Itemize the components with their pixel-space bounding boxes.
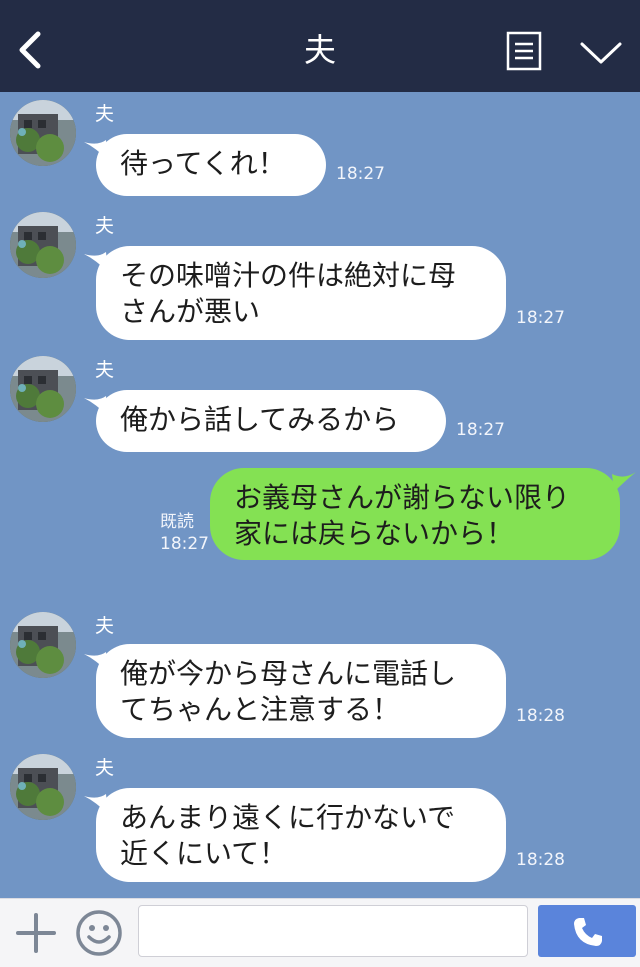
avatar[interactable] xyxy=(10,356,76,422)
message-time: 18:27 xyxy=(336,164,385,184)
message-time: 18:27 xyxy=(160,534,209,554)
message-bubble[interactable]: お義母さんが謝らない限り 家には戻らないから！ xyxy=(210,468,620,560)
sender-name: 夫 xyxy=(95,215,115,237)
smiley-icon[interactable] xyxy=(74,908,124,958)
plus-icon[interactable] xyxy=(14,911,58,955)
sender-name: 夫 xyxy=(95,757,115,779)
message-input[interactable] xyxy=(138,905,528,957)
notes-list-icon[interactable] xyxy=(506,31,542,71)
chevron-down-icon[interactable] xyxy=(578,36,624,68)
message-time: 18:27 xyxy=(456,420,505,440)
message-bubble[interactable]: 待ってくれ！ xyxy=(96,134,326,196)
avatar[interactable] xyxy=(10,100,76,166)
phone-icon xyxy=(574,918,602,946)
chat-area[interactable]: 夫 待ってくれ！ 18:27 夫 その味噌汁の件は絶対に母 さんが悪い 18:2 xyxy=(0,92,640,898)
message-bubble[interactable]: 俺が今から母さんに電話し てちゃんと注意する！ xyxy=(96,644,506,738)
sender-name: 夫 xyxy=(95,103,115,125)
read-receipt: 既読 xyxy=(160,512,194,532)
avatar[interactable] xyxy=(10,754,76,820)
call-button[interactable] xyxy=(538,905,636,957)
avatar[interactable] xyxy=(10,612,76,678)
avatar[interactable] xyxy=(10,212,76,278)
chat-title: 夫 xyxy=(303,31,336,69)
message-bubble[interactable]: 俺から話してみるから xyxy=(96,390,446,452)
sender-name: 夫 xyxy=(95,359,115,381)
message-bubble[interactable]: あんまり遠くに行かないで 近くにいて！ xyxy=(96,788,506,882)
sender-name: 夫 xyxy=(95,615,115,637)
message-time: 18:28 xyxy=(516,850,565,870)
message-bubble[interactable]: その味噌汁の件は絶対に母 さんが悪い xyxy=(96,246,506,340)
message-time: 18:28 xyxy=(516,706,565,726)
chat-header: 夫 xyxy=(0,0,640,92)
message-time: 18:27 xyxy=(516,308,565,328)
message-input-bar xyxy=(0,898,640,967)
bubble-tail xyxy=(612,472,636,492)
